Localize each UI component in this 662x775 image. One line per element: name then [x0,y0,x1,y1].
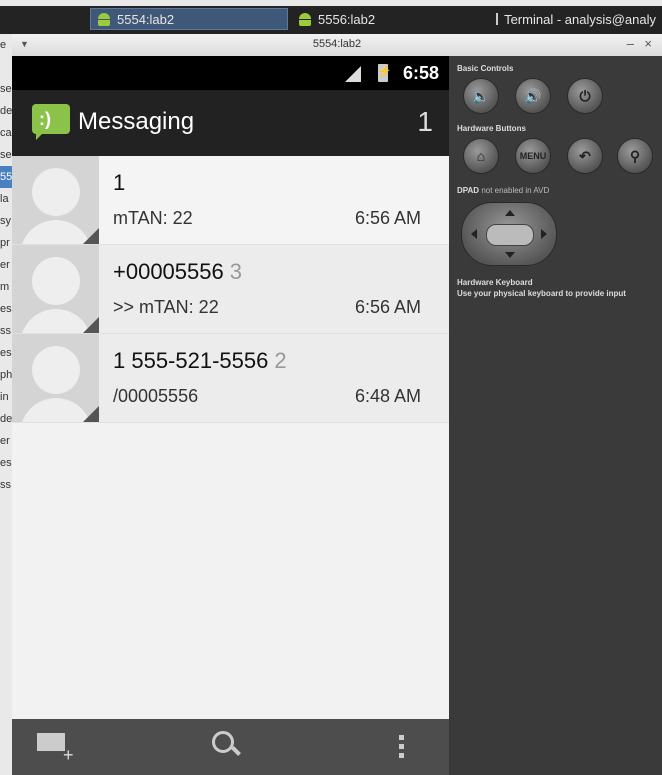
message-count: 3 [229,259,242,284]
task-label: Terminal - analysis@analy [504,11,656,27]
conversation-row[interactable]: +00005556 3 >> mTAN: 22 6:56 AM [12,245,449,334]
task-5556-lab2[interactable]: 5556:lab2 [292,8,462,30]
strip-text: m [0,281,10,293]
emulator-window: ▼ 5554:lab2 – × 6:58 :) Messaging 1 1 mT… [12,34,662,775]
emulator-controls-panel: Basic Controls 🔈 🔊 ⏻ Hardware Buttons ⌂ … [449,56,662,775]
strip-text: e [0,39,7,51]
host-taskbar: 5554:lab2 5556:lab2 Terminal - analysis@… [0,0,662,34]
close-button[interactable]: × [644,36,652,51]
hardware-keyboard-note: Use your physical keyboard to provide in… [457,289,626,298]
android-icon [97,12,111,26]
strip-text: es [0,457,12,469]
strip-text: de [0,413,12,425]
strip-text: ph [0,369,12,381]
strip-text: er [0,259,10,271]
search-icon: ⚲ [629,147,641,164]
home-icon: ⌂ [476,148,486,164]
hardware-buttons-label: Hardware Buttons [457,124,526,133]
overflow-menu-icon[interactable] [399,735,405,765]
action-bar: :) Messaging 1 [12,90,449,156]
power-icon: ⏻ [579,87,591,104]
messaging-app-icon[interactable]: :) [32,104,70,140]
message-snippet: /00005556 [113,386,199,406]
strip-text: la [0,193,9,205]
dpad-down-arrow-icon[interactable] [505,252,515,258]
strip-text-selected: 55 [0,166,12,188]
strip-text: ss [0,479,11,491]
minimize-button[interactable]: – [627,36,634,51]
message-snippet: >> mTAN: 22 [113,297,219,317]
strip-text [0,56,12,78]
strip-text: er [0,435,10,447]
strip-text: sy [0,215,11,227]
back-button[interactable]: ↶ [567,138,603,174]
message-time: 6:56 AM [354,208,421,228]
basic-controls-label: Basic Controls [457,64,514,73]
signal-icon [345,66,361,82]
strip-text: ss [0,325,11,337]
status-time: 6:58 [402,63,439,83]
message-count: 2 [274,348,287,373]
contact-avatar[interactable] [12,156,99,244]
message-snippet: mTAN: 22 [113,208,193,228]
volume-down-icon: 🔈 [472,87,490,104]
conversation-name: 1 [113,170,126,195]
task-label: 5556:lab2 [318,11,376,27]
strip-text: es [0,303,12,315]
contact-avatar[interactable] [12,334,99,422]
task-5554-lab2[interactable]: 5554:lab2 [90,8,288,30]
unread-count: 1 [417,106,433,137]
strip-text: se [0,83,12,95]
dpad-right-arrow-icon[interactable] [541,229,547,239]
conversation-name: +00005556 3 [113,259,242,284]
back-icon: ↶ [579,147,591,164]
compose-message-icon[interactable] [37,733,74,766]
taskbar-top-edge [0,0,662,6]
search-button[interactable]: ⚲ [617,138,653,174]
strip-text: se [0,149,12,161]
dpad-label: DPAD not enabled in AVD [457,186,550,195]
background-window-strip: e se de ca se 55 la sy pr er m es ss es … [0,34,12,775]
battery-charging-icon [377,64,392,82]
volume-up-icon: 🔊 [524,87,542,104]
conversation-row[interactable]: 1 555-521-5556 2 /00005556 6:48 AM [12,334,449,423]
strip-text: pr [0,237,10,249]
conversation-list: 1 mTAN: 22 6:56 AM +00005556 3 >> mTAN: 2… [12,156,449,423]
app-title: Messaging [78,108,195,135]
home-button[interactable]: ⌂ [463,138,499,174]
task-label: 5554:lab2 [117,11,175,27]
status-bar: 6:58 [12,56,449,90]
dpad-control[interactable] [461,202,557,266]
hardware-keyboard-label: Hardware Keyboard [457,278,533,287]
conversation-row[interactable]: 1 mTAN: 22 6:56 AM [12,156,449,245]
contact-avatar[interactable] [12,245,99,333]
phone-screen: 6:58 :) Messaging 1 1 mTAN: 22 6:56 AM +… [12,56,449,775]
dpad-center-button[interactable] [486,224,534,246]
message-time: 6:56 AM [354,297,421,317]
android-icon [298,12,312,26]
window-title: 5554:lab2 [312,38,362,50]
window-titlebar[interactable]: ▼ 5554:lab2 – × [12,34,662,57]
volume-up-button[interactable]: 🔊 [515,78,551,114]
strip-text: in [0,391,9,403]
menu-button[interactable]: MENU [515,138,551,174]
dpad-left-arrow-icon[interactable] [471,229,477,239]
strip-text: es [0,347,12,359]
volume-down-button[interactable]: 🔈 [463,78,499,114]
conversation-name: 1 555-521-5556 2 [113,348,287,373]
power-button[interactable]: ⏻ [567,78,603,114]
dpad-up-arrow-icon[interactable] [505,210,515,216]
task-terminal[interactable]: Terminal - analysis@analy [490,8,662,30]
strip-text: de [0,105,12,117]
search-icon[interactable] [212,731,238,757]
terminal-icon [496,13,499,25]
message-time: 6:48 AM [354,386,421,406]
strip-text: ca [0,127,12,139]
bottom-action-bar [12,719,449,775]
